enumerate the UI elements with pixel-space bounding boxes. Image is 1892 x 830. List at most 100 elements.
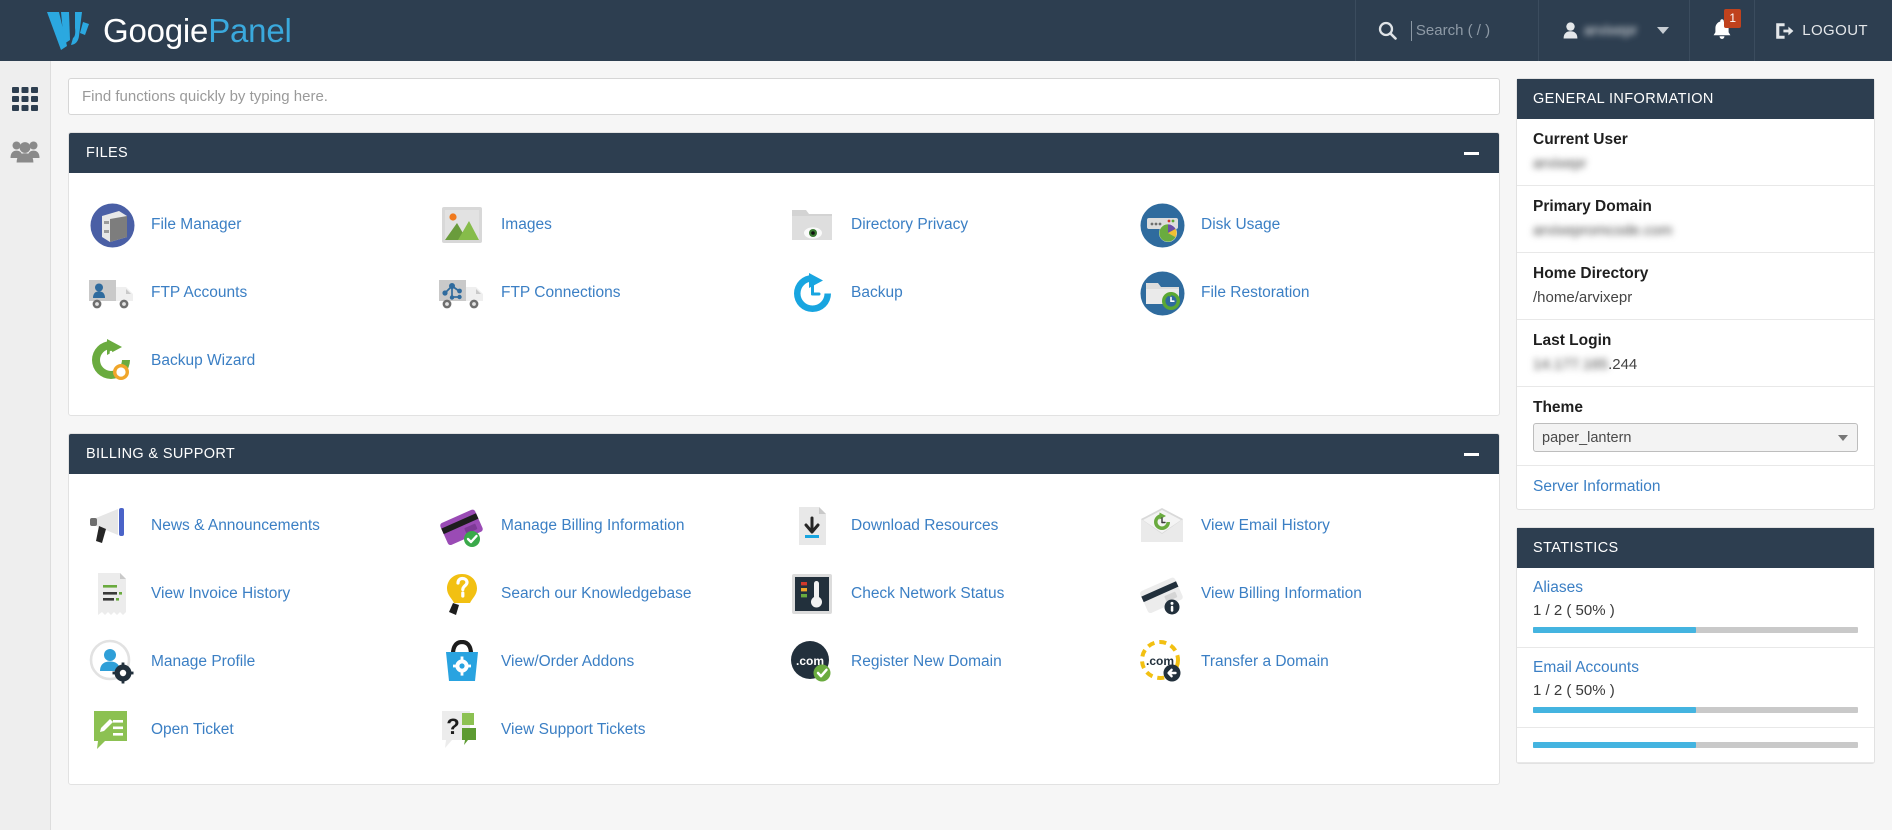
panel-files-title: FILES	[86, 145, 129, 161]
logout-button[interactable]: LOGOUT	[1754, 0, 1892, 61]
header-search-cell[interactable]	[1354, 0, 1538, 61]
panel-files-items: File Manager Images Directory Privacy Di…	[69, 173, 1499, 415]
tile-label: Images	[501, 215, 552, 233]
panel-billing-support-items: News & Announcements Manage Billing Info…	[69, 474, 1499, 784]
top-header-bar: GoogiePanel arvixepr 1	[0, 0, 1892, 61]
invoice-icon	[85, 570, 139, 618]
theme-selected-value: paper_lantern	[1542, 429, 1632, 446]
search-icon	[1378, 21, 1397, 40]
stat-label[interactable]: Email Accounts	[1533, 659, 1858, 677]
tile-download-resources[interactable]: Download Resources	[785, 492, 1135, 560]
general-info-row-server-information[interactable]: Server Information	[1517, 466, 1874, 509]
panel-files: FILES File Manager Images Directory Priv…	[68, 132, 1500, 416]
tile-view-email-history[interactable]: View Email History	[1135, 492, 1485, 560]
user-avatar-icon	[1563, 22, 1578, 39]
search-input[interactable]	[1410, 20, 1520, 41]
tile-view-invoice-history[interactable]: View Invoice History	[85, 560, 435, 628]
profile-gear-icon	[85, 638, 139, 686]
app-body: FILES File Manager	[0, 61, 1892, 830]
tile-search-knowledgebase[interactable]: Search our Knowledgebase	[435, 560, 785, 628]
stat-progress-fill	[1533, 742, 1696, 748]
lightbulb-question-icon	[435, 570, 489, 618]
tile-transfer-a-domain[interactable]: .com Transfer a Domain	[1135, 628, 1485, 696]
user-menu-button[interactable]: arvixepr	[1537, 0, 1689, 61]
stat-progress-fill	[1533, 707, 1696, 713]
tile-label: Disk Usage	[1201, 215, 1281, 233]
tile-file-manager[interactable]: File Manager	[85, 191, 435, 259]
panel-billing-support-collapse-button[interactable]	[1464, 452, 1481, 456]
tile-directory-privacy[interactable]: Directory Privacy	[785, 191, 1135, 259]
tile-label: View Invoice History	[151, 584, 291, 602]
last-login-masked: 14.177.165	[1533, 356, 1609, 373]
tile-backup-wizard[interactable]: Backup Wizard	[85, 327, 435, 395]
tile-news-announcements[interactable]: News & Announcements	[85, 492, 435, 560]
tile-label: Open Ticket	[151, 720, 234, 738]
general-info-row-current-user: Current User arvixepr	[1517, 119, 1874, 186]
general-info-row-home-directory: Home Directory /home/arvixepr	[1517, 253, 1874, 320]
main-content-column: FILES File Manager	[51, 61, 1516, 830]
svg-text:?: ?	[446, 714, 459, 739]
notification-badge: 1	[1724, 9, 1742, 28]
tile-label: FTP Connections	[501, 283, 621, 301]
tile-label: Check Network Status	[851, 584, 1005, 602]
brand-title-secondary: Panel	[208, 12, 292, 49]
panel-files-header: FILES	[69, 133, 1499, 173]
server-information-link[interactable]: Server Information	[1533, 478, 1661, 495]
field-label: Primary Domain	[1533, 198, 1652, 215]
tile-label: Search our Knowledgebase	[501, 584, 692, 602]
tile-backup[interactable]: Backup	[785, 259, 1135, 327]
stat-row-aliases: Aliases 1 / 2 ( 50% )	[1517, 568, 1874, 648]
panel-general-information: GENERAL INFORMATION Current User arvixep…	[1516, 78, 1875, 510]
general-info-row-last-login: Last Login 14.177.165.244	[1517, 320, 1874, 387]
theme-select[interactable]: paper_lantern	[1533, 423, 1858, 452]
backup-icon	[785, 269, 839, 317]
tile-ftp-accounts[interactable]: FTP Accounts	[85, 259, 435, 327]
stat-label[interactable]: Aliases	[1533, 579, 1858, 597]
tile-manage-billing-information[interactable]: Manage Billing Information	[435, 492, 785, 560]
tile-open-ticket[interactable]: Open Ticket	[85, 696, 435, 764]
download-file-icon	[785, 502, 839, 550]
statistics-title: STATISTICS	[1517, 528, 1874, 568]
domain-register-icon: .com	[785, 638, 839, 686]
tile-file-restoration[interactable]: File Restoration	[1135, 259, 1485, 327]
tile-view-billing-information[interactable]: View Billing Information	[1135, 560, 1485, 628]
tile-images[interactable]: Images	[435, 191, 785, 259]
tile-disk-usage[interactable]: Disk Usage	[1135, 191, 1485, 259]
directory-privacy-icon	[785, 201, 839, 249]
credit-card-check-icon	[435, 502, 489, 550]
chevron-down-icon	[1657, 27, 1670, 34]
megaphone-icon	[85, 502, 139, 550]
ftp-connections-icon	[435, 269, 489, 317]
tile-label: Directory Privacy	[851, 215, 969, 233]
tile-label: View Billing Information	[1201, 584, 1362, 602]
sidebar-item-user-manager[interactable]	[0, 127, 50, 179]
tile-label: Manage Billing Information	[501, 516, 685, 534]
stat-progress-track	[1533, 707, 1858, 713]
right-sidebar: GENERAL INFORMATION Current User arvixep…	[1516, 61, 1892, 830]
stat-progress-fill	[1533, 627, 1696, 633]
thermometer-icon	[785, 570, 839, 618]
tile-label: News & Announcements	[151, 516, 320, 534]
email-history-icon	[1135, 502, 1189, 550]
tile-ftp-connections[interactable]: FTP Connections	[435, 259, 785, 327]
tile-register-new-domain[interactable]: .com Register New Domain	[785, 628, 1135, 696]
backup-wizard-icon	[85, 337, 139, 385]
left-rail-sidebar	[0, 61, 51, 830]
tile-label: View/Order Addons	[501, 652, 635, 670]
notifications-button[interactable]: 1	[1689, 0, 1754, 61]
sidebar-item-home[interactable]	[0, 75, 50, 127]
tile-check-network-status[interactable]: Check Network Status	[785, 560, 1135, 628]
field-label: Home Directory	[1533, 265, 1649, 282]
tile-view-order-addons[interactable]: View/Order Addons	[435, 628, 785, 696]
tile-manage-profile[interactable]: Manage Profile	[85, 628, 435, 696]
tile-label: File Restoration	[1201, 283, 1310, 301]
brand-logo-area[interactable]: GoogiePanel	[0, 0, 292, 61]
quick-find-input[interactable]	[68, 78, 1500, 115]
disk-usage-icon	[1135, 201, 1189, 249]
tile-label: Manage Profile	[151, 652, 256, 670]
panel-files-collapse-button[interactable]	[1464, 151, 1481, 155]
tile-view-support-tickets[interactable]: ? View Support Tickets	[435, 696, 785, 764]
logout-label: LOGOUT	[1802, 22, 1868, 39]
general-information-title: GENERAL INFORMATION	[1517, 79, 1874, 119]
primary-domain-value: arvixepromcode.com	[1533, 222, 1673, 239]
